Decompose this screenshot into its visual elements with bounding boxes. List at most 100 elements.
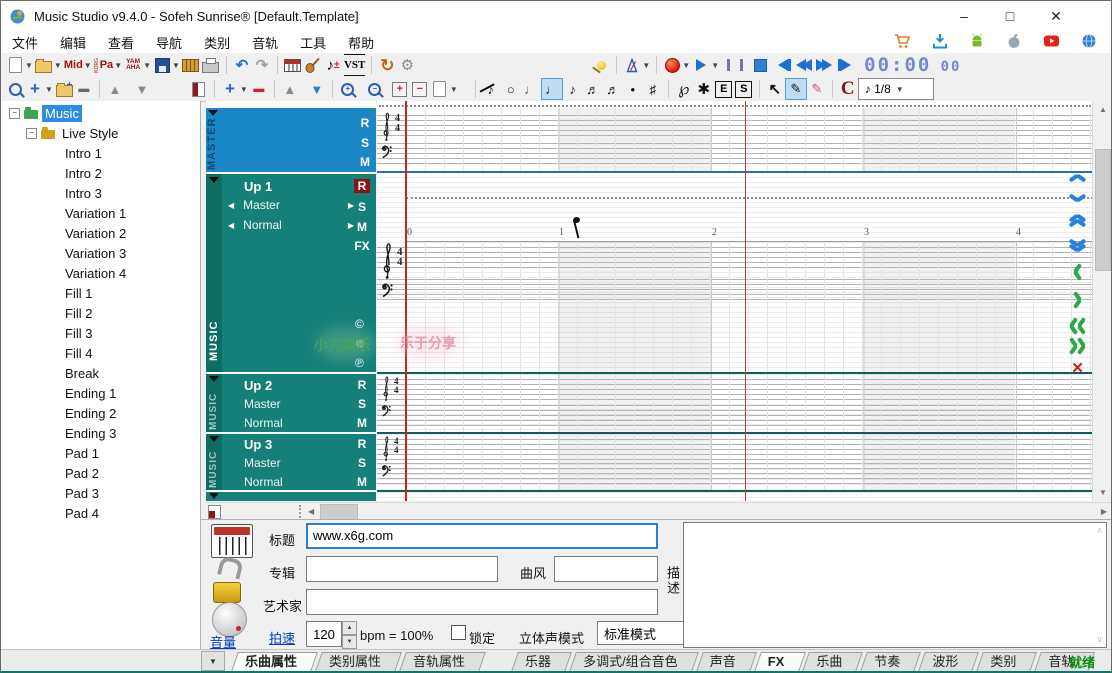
bottom-tab[interactable]: 乐曲 bbox=[802, 652, 856, 672]
tree-item[interactable]: − Fill 2 bbox=[1, 303, 200, 323]
whole-note-icon[interactable]: ○ bbox=[501, 79, 521, 99]
play-icon[interactable] bbox=[692, 55, 710, 75]
tempo-spinner[interactable]: 120 ▲▼ bbox=[306, 621, 357, 649]
lock-icon[interactable] bbox=[213, 582, 241, 603]
bottom-tab[interactable]: 乐曲属性 bbox=[231, 652, 311, 672]
youtube-icon[interactable] bbox=[1043, 33, 1060, 49]
horizontal-scrollbar[interactable]: ◀ ▶ bbox=[206, 502, 1111, 520]
tree-item[interactable]: − Variation 3 bbox=[1, 243, 200, 263]
track-mute-button[interactable]: M bbox=[354, 416, 370, 430]
tempo-up-icon[interactable]: ▲ bbox=[342, 621, 357, 635]
bottom-tab[interactable]: 类别属性 bbox=[315, 652, 395, 672]
record-icon[interactable] bbox=[663, 55, 681, 75]
snap-select[interactable]: ♪ 1/8 ▼ bbox=[858, 78, 934, 100]
step-forward-icon[interactable] bbox=[835, 55, 853, 75]
magnet-icon[interactable]: C bbox=[838, 79, 858, 99]
instrument-icon[interactable] bbox=[211, 524, 253, 558]
track-solo-button[interactable]: S bbox=[354, 200, 370, 214]
print-icon[interactable] bbox=[202, 55, 220, 75]
track-fx-button[interactable]: FX bbox=[350, 239, 374, 253]
track-up-icon[interactable]: ▲ bbox=[281, 79, 299, 99]
master-solo-button[interactable]: S bbox=[357, 136, 373, 150]
bottom-tab[interactable]: 类别 bbox=[976, 652, 1030, 672]
octave-up-icon2[interactable] bbox=[1069, 218, 1086, 228]
grace-note-icon[interactable]: ♪ bbox=[481, 79, 501, 99]
bottom-tab[interactable]: FX bbox=[754, 652, 799, 672]
track-route[interactable]: Master bbox=[244, 397, 281, 411]
collapse-grid-icon[interactable]: − bbox=[411, 79, 429, 99]
cursor-icon[interactable]: ↖ bbox=[765, 79, 785, 99]
tempo-down-icon[interactable]: ▼ bbox=[342, 635, 357, 649]
jump-left-icon2[interactable] bbox=[1077, 318, 1087, 335]
track-mute-button[interactable]: M bbox=[354, 220, 370, 234]
tuplet-icon[interactable]: ✱ bbox=[694, 79, 714, 99]
pause-icon[interactable] bbox=[726, 55, 744, 75]
scroll-right-icon[interactable]: ▶ bbox=[1101, 507, 1107, 516]
microphone-icon[interactable] bbox=[592, 55, 610, 75]
menu-item[interactable]: 导航 bbox=[145, 33, 193, 52]
new-file-dropdown[interactable]: ▼ bbox=[25, 61, 33, 70]
playhead[interactable] bbox=[405, 101, 407, 501]
move-up-icon[interactable]: ▲ bbox=[106, 79, 124, 99]
splitter-handle[interactable] bbox=[299, 505, 301, 518]
tree-expander[interactable]: − bbox=[26, 128, 37, 139]
add-icon[interactable]: + bbox=[26, 79, 44, 99]
tree-item[interactable]: − Variation 1 bbox=[1, 203, 200, 223]
dot-icon[interactable]: • bbox=[623, 79, 643, 99]
description-textarea[interactable]: ∧ ∨ bbox=[683, 522, 1107, 648]
record-dropdown[interactable]: ▼ bbox=[682, 61, 690, 70]
expand-grid-icon[interactable]: + bbox=[391, 79, 409, 99]
minimize-button[interactable]: – bbox=[947, 3, 981, 29]
open-file-icon[interactable] bbox=[35, 55, 53, 75]
tree-item[interactable]: − Pad 1 bbox=[1, 443, 200, 463]
scroll-up-icon[interactable]: ▲ bbox=[1099, 105, 1107, 114]
scroll-left-icon[interactable]: ◀ bbox=[308, 507, 314, 516]
bottom-tab[interactable]: 多调式/组合音色 bbox=[569, 652, 692, 672]
quarter-note-icon[interactable]: ♩ bbox=[541, 78, 563, 100]
desc-scroll-up-icon[interactable]: ∧ bbox=[1096, 525, 1103, 536]
bottom-tab[interactable]: 波形 bbox=[918, 652, 972, 672]
undo-icon[interactable]: ↶ bbox=[233, 55, 251, 75]
tree-item[interactable]: − Pad 3 bbox=[1, 483, 200, 503]
refresh-icon[interactable]: ↻ bbox=[378, 55, 396, 75]
tree-item[interactable]: − Pad 2 bbox=[1, 463, 200, 483]
genre-input[interactable] bbox=[554, 556, 658, 582]
track-mute-button[interactable]: M bbox=[354, 475, 370, 489]
up1-track-header[interactable]: MUSIC Up 1 ◀ Master ▶ ◀ Normal ▶ R S M F… bbox=[206, 174, 376, 372]
menu-item[interactable]: 查看 bbox=[97, 33, 145, 52]
master-record-button[interactable]: R bbox=[357, 116, 373, 130]
nudge-right-icon[interactable] bbox=[1073, 292, 1083, 309]
step-mode-icon[interactable]: S bbox=[735, 79, 753, 99]
end-marker[interactable] bbox=[745, 101, 746, 501]
collapse-track-icon[interactable] bbox=[208, 110, 218, 116]
globe-icon[interactable] bbox=[1081, 33, 1097, 49]
add-dropdown[interactable]: ▼ bbox=[45, 85, 53, 94]
piano-keyboard-icon[interactable] bbox=[284, 55, 302, 75]
menu-item[interactable]: 编辑 bbox=[49, 33, 97, 52]
menu-item[interactable]: 文件 bbox=[1, 33, 49, 52]
bottom-tab[interactable]: 乐器 bbox=[511, 652, 565, 672]
menu-item[interactable]: 类别 bbox=[193, 33, 241, 52]
page-view-icon[interactable] bbox=[431, 79, 449, 99]
jump-right-icon2[interactable] bbox=[1077, 338, 1087, 355]
fast-forward-icon[interactable] bbox=[815, 55, 833, 75]
transpose-note-icon[interactable]: ♪± bbox=[324, 55, 342, 75]
master-track-header[interactable]: MASTER R S M bbox=[206, 108, 376, 172]
guitar-icon[interactable] bbox=[304, 55, 322, 75]
mid-dropdown[interactable]: ▼ bbox=[84, 61, 92, 70]
menu-item[interactable]: 工具 bbox=[289, 33, 337, 52]
track-mode-row[interactable]: ◀ Normal ▶ bbox=[228, 218, 354, 232]
move-down-icon[interactable]: ▼ bbox=[133, 79, 151, 99]
close-button[interactable]: ✕ bbox=[1039, 3, 1073, 29]
master-mute-button[interactable]: M bbox=[357, 155, 373, 169]
tree-item[interactable]: − Ending 2 bbox=[1, 403, 200, 423]
notation-area[interactable]: 01234 44 44 bbox=[377, 101, 1093, 501]
track-solo-button[interactable]: S bbox=[354, 397, 370, 411]
edit-mode-icon[interactable]: E bbox=[715, 79, 733, 99]
nudge-left-icon[interactable] bbox=[1073, 264, 1083, 281]
up3-track-header[interactable]: MUSIC Up 3 Master Normal R S M bbox=[206, 434, 376, 490]
track-record-button[interactable]: R bbox=[354, 437, 370, 451]
mid-format-button[interactable]: Mid bbox=[64, 55, 83, 75]
bottom-tab[interactable]: 音轨属性 bbox=[399, 652, 479, 672]
new-file-icon[interactable] bbox=[6, 55, 24, 75]
